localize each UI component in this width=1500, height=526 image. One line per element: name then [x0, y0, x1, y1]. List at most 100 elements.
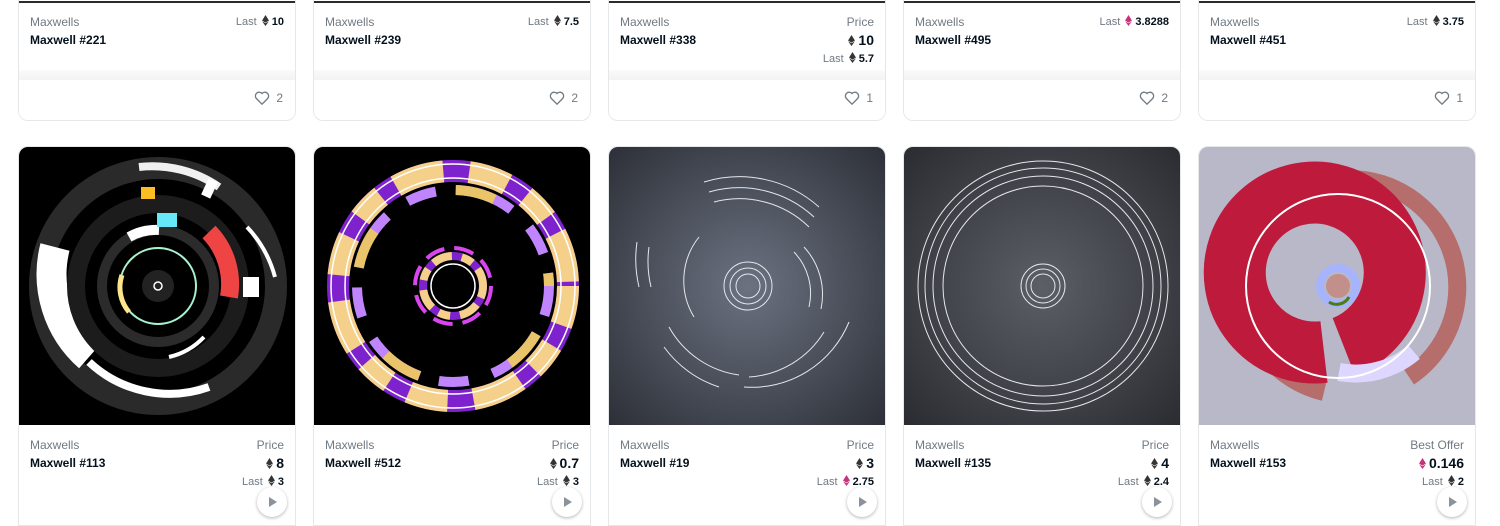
- favorite-button[interactable]: 1: [844, 90, 873, 105]
- play-button[interactable]: [1437, 487, 1467, 517]
- price-value: 10: [823, 32, 874, 48]
- heart-icon: [550, 91, 565, 105]
- price-value: 4: [1118, 455, 1169, 471]
- last-sale: Last 5.7: [823, 52, 874, 65]
- nft-name[interactable]: Maxwell #451: [1210, 33, 1464, 47]
- last-value: 3: [572, 476, 579, 488]
- last-value: 5.7: [858, 53, 874, 65]
- nft-artwork[interactable]: [1199, 147, 1476, 425]
- ethereum-icon: [549, 458, 557, 469]
- ethereum-icon: [1125, 15, 1133, 26]
- last-value: 2: [1457, 476, 1464, 488]
- heart-icon: [255, 91, 270, 105]
- price-label: Price: [1141, 438, 1169, 452]
- ethereum-icon: [553, 15, 561, 26]
- play-icon: [564, 497, 572, 507]
- favorite-button[interactable]: 2: [549, 90, 578, 105]
- price-value: 0.146: [1410, 455, 1464, 471]
- nft-name[interactable]: Maxwell #239: [325, 33, 579, 47]
- nft-card[interactable]: Maxwells Maxwell #338 Price 10 Last 5.7 …: [608, 0, 886, 121]
- nft-artwork[interactable]: [19, 147, 296, 425]
- nft-card[interactable]: Maxwells Maxwell #239 Last 7.5 2: [313, 0, 591, 121]
- ethereum-icon: [848, 52, 856, 63]
- nft-card[interactable]: Maxwells Maxwell #495 Last 3.8288 2: [903, 0, 1181, 121]
- like-count: 2: [1161, 90, 1168, 105]
- last-sale: Last 2.4: [1118, 475, 1169, 488]
- price-block: Price 3 Last 2.75: [817, 438, 874, 488]
- nft-name[interactable]: Maxwell #221: [30, 33, 284, 47]
- last-sale: Last 3: [537, 475, 579, 488]
- price-label: Price: [846, 15, 874, 29]
- ethereum-icon: [266, 458, 274, 469]
- play-icon: [859, 497, 867, 507]
- nft-artwork[interactable]: [609, 147, 886, 425]
- last-label: Last: [1099, 16, 1121, 28]
- price-block: Best Offer 0.146 Last 2: [1410, 438, 1464, 488]
- last-value: 3.8288: [1135, 16, 1169, 28]
- play-button[interactable]: [552, 487, 582, 517]
- ethereum-icon: [267, 475, 275, 486]
- play-icon: [1449, 497, 1457, 507]
- price-value: 0.7: [537, 455, 579, 471]
- price-amount: 0.7: [559, 455, 579, 471]
- price-block: Price 0.7 Last 3: [537, 438, 579, 488]
- favorite-button[interactable]: 1: [1434, 90, 1463, 105]
- ethereum-icon: [848, 35, 856, 46]
- last-value: 2.75: [852, 476, 874, 488]
- ethereum-icon: [1432, 15, 1440, 26]
- price-amount: 0.146: [1428, 455, 1464, 471]
- price-label: Price: [256, 438, 284, 452]
- nft-name[interactable]: Maxwell #495: [915, 33, 1169, 47]
- price-label: Price: [846, 438, 874, 452]
- price-label: Price: [551, 438, 579, 452]
- nft-card[interactable]: Maxwells Maxwell #451 Last 3.75 1: [1198, 0, 1476, 121]
- nft-card[interactable]: Maxwells Maxwell #153 Best Offer 0.146 L…: [1198, 146, 1476, 526]
- play-button[interactable]: [257, 487, 287, 517]
- play-icon: [269, 497, 277, 507]
- price-block: Price 4 Last 2.4: [1118, 438, 1169, 488]
- heart-icon: [1435, 91, 1450, 105]
- nft-card[interactable]: Maxwells Maxwell #113 Price 8 Last 3: [18, 146, 296, 526]
- price-amount: 10: [858, 32, 874, 48]
- play-button[interactable]: [1142, 487, 1172, 517]
- ethereum-icon: [562, 475, 570, 486]
- like-count: 2: [571, 90, 578, 105]
- best-offer-label: Best Offer: [1410, 438, 1464, 452]
- price-amount: 3: [866, 455, 874, 471]
- last-value: 10: [271, 16, 284, 28]
- like-count: 1: [1456, 90, 1463, 105]
- last-label: Last: [1422, 476, 1443, 488]
- ethereum-icon: [1419, 458, 1426, 469]
- last-sale: Last 3.8288: [1099, 15, 1169, 28]
- last-sale: Last 3: [242, 475, 284, 488]
- last-value: 2.4: [1153, 476, 1169, 488]
- last-label: Last: [1117, 476, 1139, 488]
- last-sale: Last 3.75: [1407, 15, 1464, 28]
- price-block: Price 8 Last 3: [242, 438, 284, 488]
- last-label: Last: [527, 16, 549, 28]
- play-button[interactable]: [847, 487, 877, 517]
- favorite-button[interactable]: 2: [254, 90, 283, 105]
- favorite-button[interactable]: 2: [1139, 90, 1168, 105]
- price-amount: 8: [276, 455, 284, 471]
- nft-card[interactable]: Maxwells Maxwell #512 Price 0.7 Last 3: [313, 146, 591, 526]
- nft-artwork[interactable]: [314, 147, 591, 425]
- ethereum-icon: [856, 458, 864, 469]
- nft-artwork[interactable]: [904, 147, 1181, 425]
- ethereum-icon: [1151, 458, 1159, 469]
- price-value: 3: [817, 455, 874, 471]
- last-label: Last: [816, 476, 838, 488]
- heart-icon: [845, 91, 860, 105]
- last-sale: Last 10: [236, 15, 284, 28]
- last-label: Last: [537, 476, 558, 488]
- price-value: 8: [242, 455, 284, 471]
- last-label: Last: [822, 53, 844, 65]
- nft-card[interactable]: Maxwells Maxwell #221 Last 10 2: [18, 0, 296, 121]
- like-count: 1: [866, 90, 873, 105]
- last-label: Last: [235, 16, 257, 28]
- nft-card[interactable]: Maxwells Maxwell #19 Price 3 Last 2.75: [608, 146, 886, 526]
- last-sale: Last 7.5: [528, 15, 579, 28]
- heart-icon: [1140, 91, 1155, 105]
- ethereum-icon: [842, 475, 850, 486]
- nft-card[interactable]: Maxwells Maxwell #135 Price 4 Last 2.4: [903, 146, 1181, 526]
